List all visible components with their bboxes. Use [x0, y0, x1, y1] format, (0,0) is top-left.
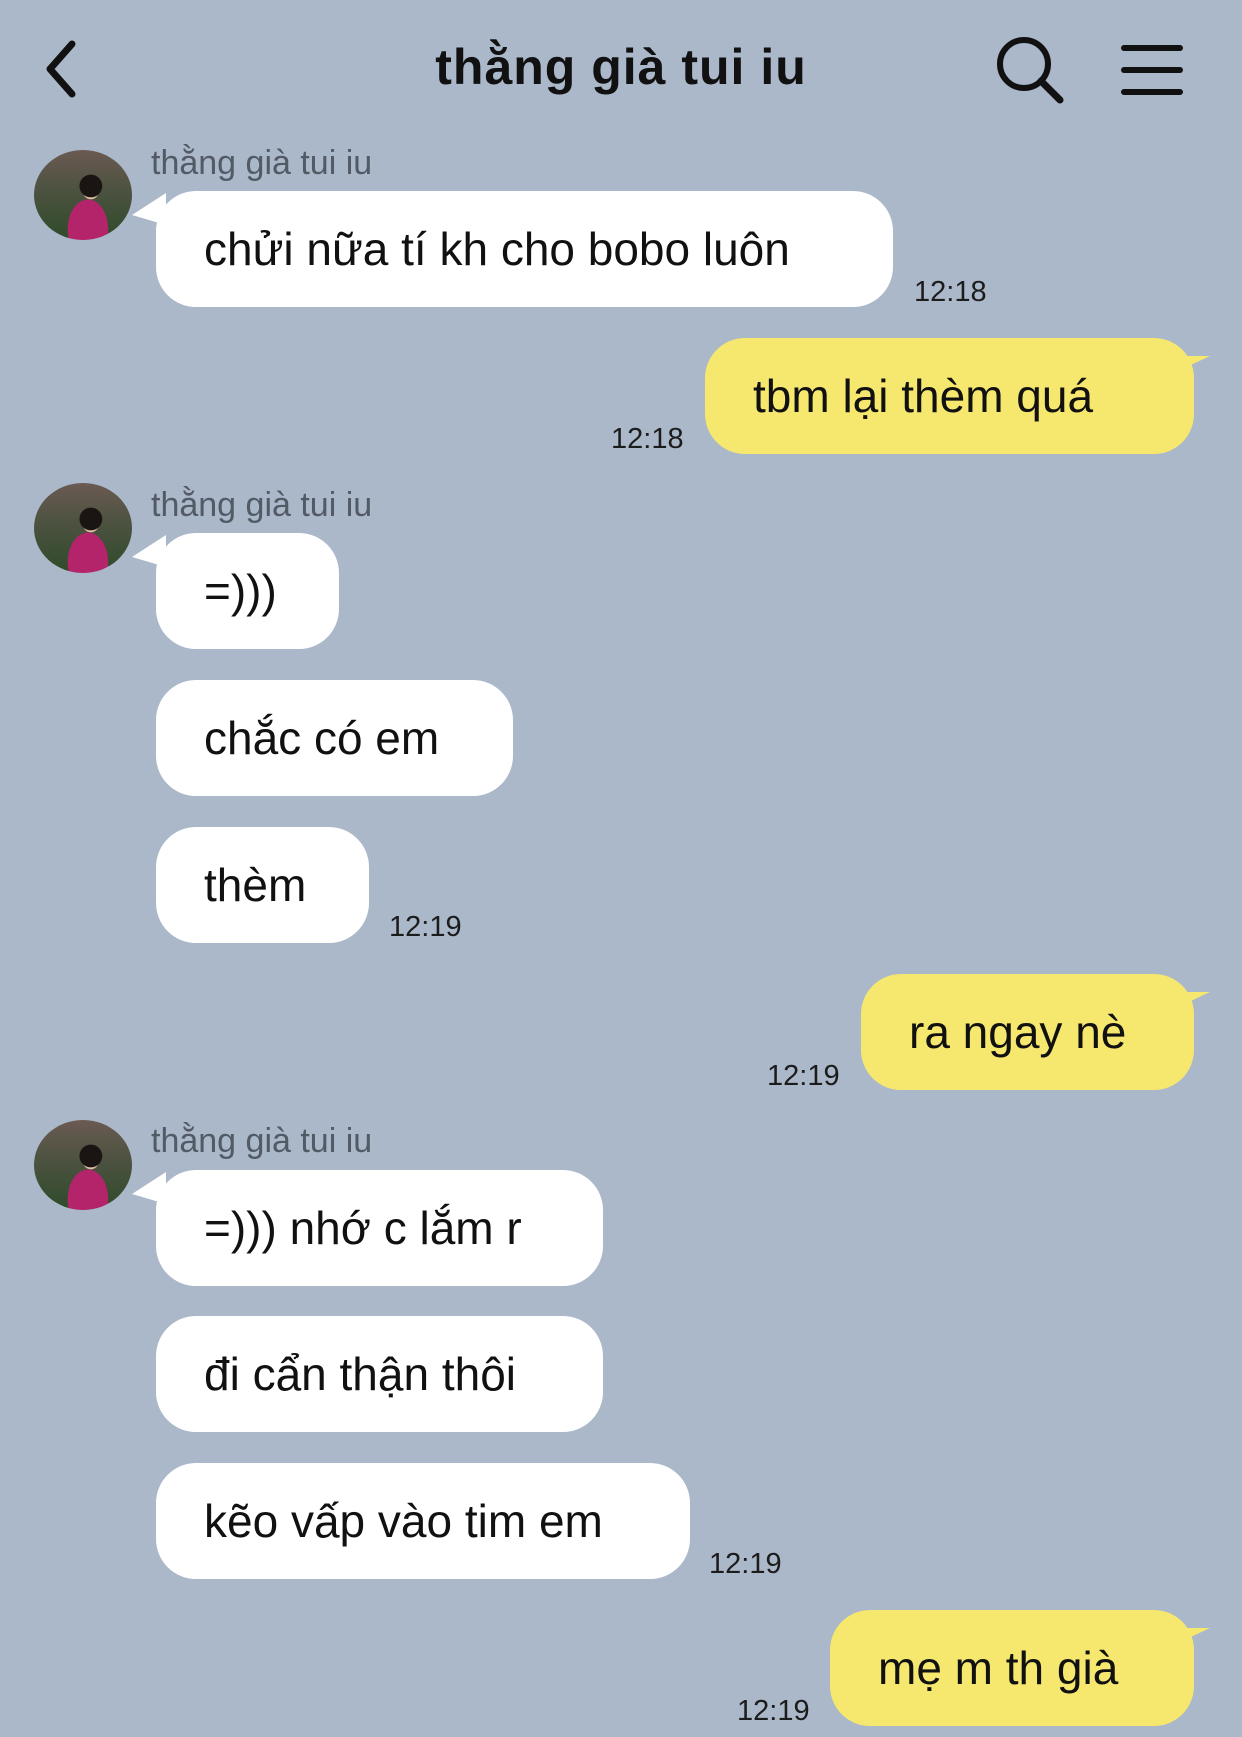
message-bubble-outgoing[interactable]: ra ngay nè: [861, 974, 1194, 1090]
message-bubble-incoming[interactable]: =))) nhớ c lắm r: [156, 1170, 603, 1286]
contact-avatar[interactable]: [34, 483, 132, 573]
message-bubble-incoming[interactable]: thèm: [156, 827, 369, 943]
bubble-tail: [1180, 356, 1210, 370]
message-time: 12:19: [767, 1060, 840, 1092]
message-bubble-incoming[interactable]: =))): [156, 533, 339, 649]
contact-avatar[interactable]: [34, 1120, 132, 1210]
message-bubble-incoming[interactable]: chửi nữa tí kh cho bobo luôn: [156, 191, 893, 307]
sender-name: thằng già tui iu: [151, 144, 373, 182]
message-time: 12:18: [914, 276, 987, 308]
message-bubble-incoming[interactable]: chắc có em: [156, 680, 513, 796]
sender-name: thằng già tui iu: [151, 1122, 373, 1160]
message-bubble-outgoing[interactable]: mẹ m th già: [830, 1610, 1194, 1726]
chat-header: thằng già tui iu: [0, 0, 1242, 140]
bubble-tail: [1180, 1628, 1210, 1642]
message-time: 12:19: [389, 911, 462, 943]
contact-avatar[interactable]: [34, 150, 132, 240]
message-time: 12:19: [737, 1695, 810, 1727]
sender-name: thằng già tui iu: [151, 486, 373, 524]
search-icon[interactable]: [994, 34, 1066, 106]
message-bubble-incoming[interactable]: kẽo vấp vào tim em: [156, 1463, 690, 1579]
message-time: 12:19: [709, 1548, 782, 1580]
bubble-tail: [1180, 992, 1210, 1006]
message-bubble-incoming[interactable]: đi cẩn thận thôi: [156, 1316, 603, 1432]
message-time: 12:18: [611, 423, 684, 455]
hamburger-menu-icon[interactable]: [1120, 40, 1184, 100]
message-bubble-outgoing[interactable]: tbm lại thèm quá: [705, 338, 1194, 454]
